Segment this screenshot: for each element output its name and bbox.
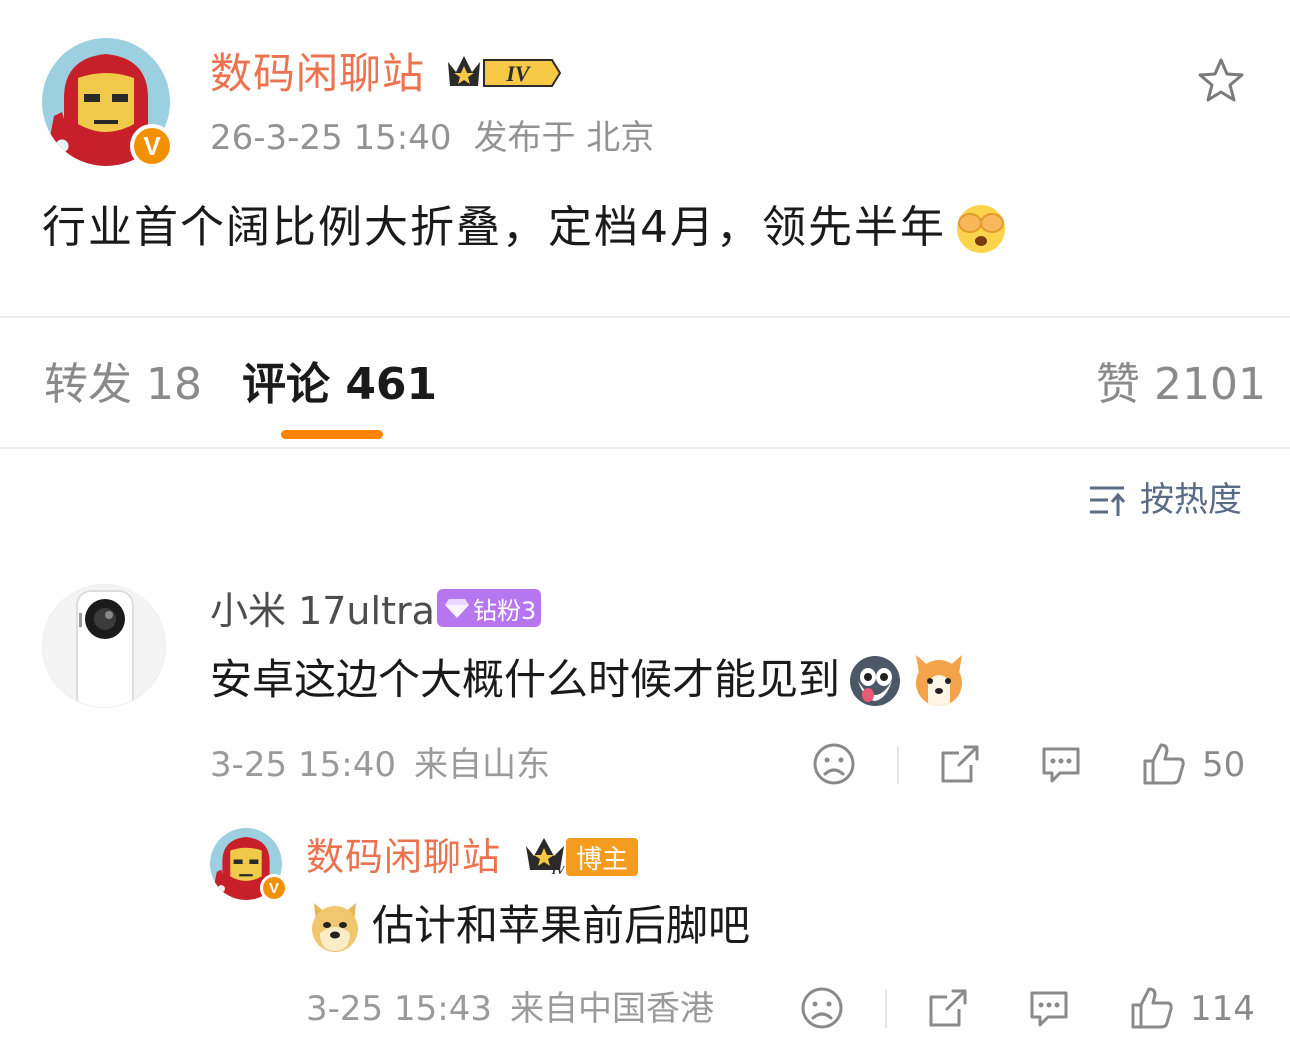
tab-comments[interactable]: 评论 461 (242, 356, 437, 414)
sort-label: 按热度 (1140, 480, 1242, 520)
dislike-face-icon[interactable] (799, 985, 845, 1031)
dislike-face-icon[interactable] (811, 741, 857, 787)
action-separator (885, 990, 887, 1028)
action-separator (897, 746, 899, 784)
fan-badge-label: 钻粉3 (473, 596, 537, 625)
author-name[interactable]: 数码闲聊站 (210, 46, 425, 102)
like-thumb-icon[interactable] (1129, 985, 1175, 1031)
diamond-icon (445, 599, 469, 618)
husky-emoji (850, 656, 901, 706)
post-meta: 26-3-25 15:40 发布于 北京 (210, 116, 676, 160)
comment-body: 安卓这边个大概什么时候才能见到 (210, 650, 968, 710)
reply-author-avatar[interactable]: V (210, 828, 288, 902)
member-level-badge[interactable]: IV (444, 52, 562, 94)
crown-level-text: IV (551, 863, 566, 876)
favorite-star-icon[interactable] (1196, 56, 1246, 106)
author-avatar[interactable]: V (42, 38, 174, 168)
verified-badge: V (260, 874, 288, 902)
like-count: 50 (1202, 745, 1246, 785)
corgi-emoji (916, 655, 963, 706)
reply-like-count: 114 (1190, 989, 1255, 1029)
doge-emoji (312, 903, 358, 952)
commenter-name[interactable]: 小米 17ultra (210, 586, 435, 636)
comment-time: 3-25 15:40 (210, 745, 396, 785)
commenter-avatar[interactable] (42, 584, 166, 708)
sort-icon (1090, 486, 1126, 516)
section-divider (0, 316, 1290, 318)
reply-body: 估计和苹果前后脚吧 (306, 896, 750, 956)
reply-author-name[interactable]: 数码闲聊站 (306, 832, 501, 882)
tab-likes[interactable]: 赞 2101 (1096, 356, 1266, 414)
phone-avatar-image (43, 585, 165, 707)
tab-repost[interactable]: 转发 18 (44, 356, 202, 414)
post-location: 发布于 北京 (473, 118, 655, 158)
comment-text: 安卓这边个大概什么时候才能见到 (210, 655, 841, 704)
level-badge-text: IV (505, 61, 532, 86)
face-covering-eyes-emoji (957, 205, 1005, 253)
like-thumb-icon[interactable] (1141, 741, 1187, 787)
comment-icon[interactable] (1038, 741, 1084, 787)
share-icon[interactable] (937, 741, 983, 787)
post-text: 行业首个阔比例大折叠，定档4月，领先半年 (42, 202, 946, 253)
reply-meta: 3-25 15:43 来自中国香港 (306, 987, 732, 1031)
share-icon[interactable] (925, 985, 971, 1031)
reply-time: 3-25 15:43 (306, 989, 492, 1029)
post-body: 行业首个阔比例大折叠，定档4月，领先半年 (42, 198, 1010, 258)
sort-button[interactable]: 按热度 (1088, 478, 1242, 522)
active-tab-indicator (281, 430, 383, 439)
comment-source: 来自山东 (413, 745, 550, 785)
post-date: 26-3-25 15:40 (210, 118, 452, 158)
fan-level-badge[interactable]: 钻粉3 (437, 589, 541, 627)
comment-meta: 3-25 15:40 来自山东 (210, 743, 568, 787)
reply-text: 估计和苹果前后脚吧 (372, 901, 751, 950)
comment-icon[interactable] (1026, 985, 1072, 1031)
verified-badge: V (130, 124, 174, 168)
reply-source: 来自中国香港 (509, 989, 714, 1029)
tabs-divider (0, 447, 1290, 449)
blogger-badge: 博主 (566, 838, 638, 876)
member-crown-icon[interactable]: IV (524, 834, 566, 876)
